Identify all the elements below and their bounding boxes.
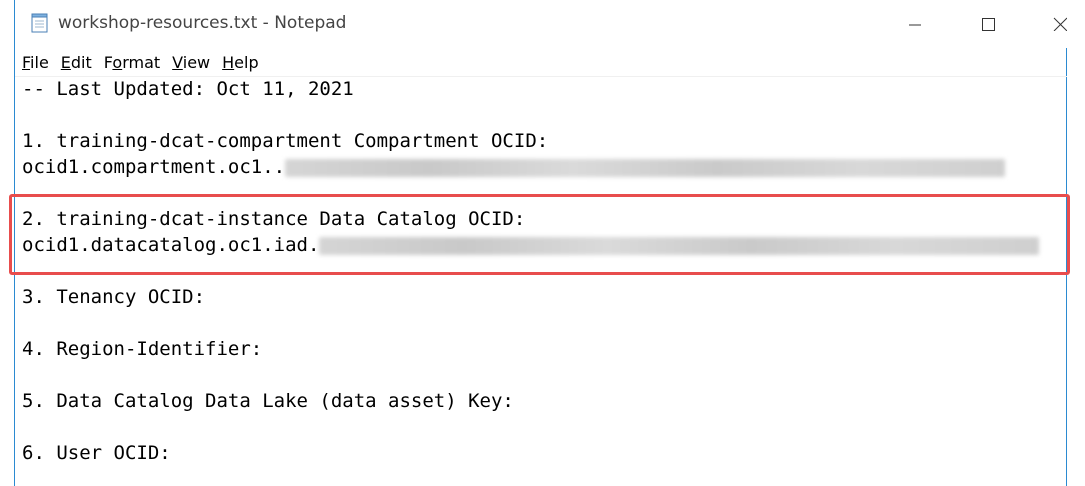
menu-view[interactable]: View (172, 53, 210, 72)
notepad-window: workshop-resources.txt - Notepad File Ed… (0, 0, 1085, 486)
window-title: workshop-resources.txt - Notepad (58, 13, 347, 33)
close-button[interactable] (1043, 8, 1067, 40)
line-item1-title: 1. training-dcat-compartment Compartment… (22, 130, 549, 152)
close-icon (1053, 17, 1067, 31)
menu-file[interactable]: File (22, 53, 49, 72)
minimize-icon (909, 24, 921, 26)
highlight-box (9, 194, 1070, 275)
line-last-updated: -- Last Updated: Oct 11, 2021 (22, 78, 354, 100)
title-bar[interactable]: workshop-resources.txt - Notepad (15, 0, 1067, 48)
maximize-button[interactable] (968, 8, 1008, 40)
line-item5: 5. Data Catalog Data Lake (data asset) K… (22, 390, 514, 412)
menu-edit[interactable]: Edit (61, 53, 92, 72)
minimize-button[interactable] (895, 8, 935, 40)
menu-help[interactable]: Help (222, 53, 258, 72)
redacted-text (285, 158, 1006, 177)
line-item1-value: ocid1.compartment.oc1.. (22, 156, 1006, 178)
line-item4: 4. Region-Identifier: (22, 338, 263, 360)
maximize-icon (982, 18, 995, 31)
text-editor[interactable]: -- Last Updated: Oct 11, 2021 1. trainin… (15, 76, 1067, 486)
menu-bar: File Edit Format View Help (15, 48, 1067, 77)
line-item3: 3. Tenancy OCID: (22, 286, 206, 308)
menu-format[interactable]: Format (104, 53, 160, 72)
line-item6: 6. User OCID: (22, 442, 171, 464)
notepad-icon (31, 13, 49, 33)
